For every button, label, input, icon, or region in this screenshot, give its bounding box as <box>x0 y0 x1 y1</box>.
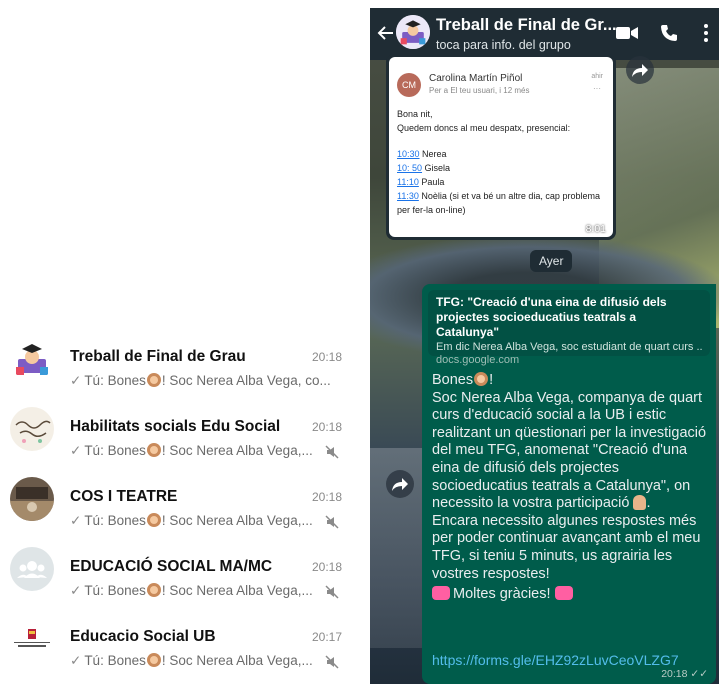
link-preview-title: TFG: "Creació d'una eina de difusió dels… <box>436 295 667 339</box>
pray-emoji-icon <box>633 495 647 511</box>
chat-preview: ✓ Tú: Bones! Soc Nerea Alba Vega,... <box>70 443 313 458</box>
forward-icon <box>392 478 408 491</box>
message-paragraph: Soc Nerea Alba Vega, companya de quart c… <box>432 389 707 512</box>
slot-line: 10: 50 Gisela <box>397 163 451 173</box>
check-icon: ✓ <box>70 373 82 388</box>
woman-emoji-icon <box>146 443 161 457</box>
more-icon: ··· <box>593 84 601 93</box>
group-avatar[interactable] <box>396 15 430 49</box>
slot-line: 10:30 Nerea <box>397 149 447 159</box>
message-text: Bones! Soc Nerea Alba Vega, companya de … <box>432 372 710 604</box>
check-icon: ✓ <box>70 443 82 458</box>
graduation-avatar-icon <box>10 337 54 381</box>
more-options-icon[interactable] <box>703 23 709 43</box>
chat-name: Treball de Final de Grau <box>70 348 246 365</box>
chat-item-habilitats-socials[interactable]: Habilitats socials Edu Social 20:18 ✓ Tú:… <box>0 400 350 470</box>
forward-button[interactable] <box>626 56 654 84</box>
chat-name: EDUCACIÓ SOCIAL MA/MC <box>70 558 273 575</box>
email-body: Bona nit, Quedem doncs al meu despatx, p… <box>397 107 607 217</box>
date-divider: Ayer <box>530 250 573 272</box>
chat-name: Educacio Social UB <box>70 628 216 645</box>
chat-item-educacio-social-ub[interactable]: Educacio Social UB 20:17 ✓ Tú: Bones! Soc… <box>0 610 350 680</box>
handwriting-avatar-icon <box>10 407 54 451</box>
double-check-icon: ✓✓ <box>690 668 708 680</box>
avatar <box>10 407 54 451</box>
muted-icon <box>325 585 339 599</box>
email-screenshot: CM Carolina Martín Piñol Per a El teu us… <box>389 57 613 237</box>
muted-icon <box>325 655 339 669</box>
woman-emoji-icon <box>146 373 161 387</box>
link-preview-description: Em dic Nerea Alba Vega, soc estudiant de… <box>436 341 702 353</box>
chat-item-educacio-social-ma-mc[interactable]: EDUCACIÓ SOCIAL MA/MC 20:18 ✓ Tú: Bones! … <box>0 540 350 610</box>
form-link[interactable]: https://forms.gle/EHZ92zLuvCeoVLZG7 <box>432 652 679 668</box>
avatar <box>10 337 54 381</box>
chat-preview: ✓ Tú: Bones! Soc Nerea Alba Vega, co... <box>70 373 331 388</box>
email-date: ahir <box>591 73 603 80</box>
graduation-avatar-icon <box>396 15 430 49</box>
forward-button[interactable] <box>386 470 414 498</box>
muted-icon <box>325 515 339 529</box>
slot-line: 11:10 Paula <box>397 177 445 187</box>
link-preview[interactable]: TFG: "Creació d'una eina de difusió dels… <box>428 290 710 366</box>
video-call-icon[interactable] <box>616 25 638 41</box>
avatar <box>10 477 54 521</box>
phone-icon[interactable] <box>659 23 679 43</box>
email-sender: Carolina Martín Piñol <box>429 73 523 84</box>
message-time: 20:18 ✓✓ <box>661 668 708 680</box>
chat-preview: ✓ Tú: Bones! Soc Nerea Alba Vega,... <box>70 583 313 598</box>
chat-preview: ✓ Tú: Bones! Soc Nerea Alba Vega,... <box>70 653 313 668</box>
chat-time: 20:18 <box>311 350 342 364</box>
check-icon: ✓ <box>70 513 82 528</box>
avatar <box>10 617 54 661</box>
thanks-line: Moltes gràcies! <box>432 586 710 604</box>
chat-name: COS I TEATRE <box>70 488 178 505</box>
forward-icon <box>632 64 648 77</box>
university-logo-icon <box>10 617 54 661</box>
chat-list: Treball de Final de Grau 20:18 ✓ Tú: Bone… <box>0 330 350 680</box>
woman-emoji-icon <box>146 513 161 527</box>
email-recipients: Per a El teu usuari, i 12 més <box>429 86 530 95</box>
group-title[interactable]: Treball de Final de Gr... <box>436 16 617 35</box>
chat-time: 20:17 <box>311 630 342 644</box>
chat-preview: ✓ Tú: Bones! Soc Nerea Alba Vega,... <box>70 513 313 528</box>
chat-item-cos-i-teatre[interactable]: COS I TEATRE 20:18 ✓ Tú: Bones! Soc Nerea… <box>0 470 350 540</box>
link-preview-domain: docs.google.com <box>436 354 520 366</box>
chat-name: Habilitats socials Edu Social <box>70 418 281 435</box>
avatar <box>10 547 54 591</box>
group-default-icon <box>10 547 54 591</box>
message-time: 8:01 <box>585 223 606 235</box>
check-icon: ✓ <box>70 653 82 668</box>
heart-emoji-icon <box>554 586 573 601</box>
outgoing-message[interactable]: TFG: "Creació d'una eina de difusió dels… <box>422 284 716 684</box>
check-icon: ✓ <box>70 583 82 598</box>
sender-avatar: CM <box>397 73 421 97</box>
chat-header[interactable]: Treball de Final de Gr... toca para info… <box>370 8 719 60</box>
woman-emoji-icon <box>146 653 161 667</box>
woman-emoji-icon <box>474 372 489 386</box>
chat-view: Treball de Final de Gr... toca para info… <box>370 8 719 684</box>
heart-emoji-icon <box>432 586 450 601</box>
greeting-line: Bones! <box>432 372 494 388</box>
chat-time: 20:18 <box>311 490 342 504</box>
chat-item-treball-final-grau[interactable]: Treball de Final de Grau 20:18 ✓ Tú: Bone… <box>0 330 350 400</box>
image-message[interactable]: CM Carolina Martín Piñol Per a El teu us… <box>386 54 616 240</box>
woman-emoji-icon <box>146 583 161 597</box>
message-paragraph: Encara necessito algunes respostes més p… <box>432 512 701 582</box>
chat-time: 20:18 <box>311 560 342 574</box>
chat-time: 20:18 <box>311 420 342 434</box>
theatre-photo-icon <box>10 477 54 521</box>
slot-line: 11:30 Noèlia (si et va bé un altre dia, … <box>397 191 600 215</box>
back-arrow-icon[interactable] <box>376 23 396 43</box>
muted-icon <box>325 445 339 459</box>
group-subtitle[interactable]: toca para info. del grupo <box>436 38 571 52</box>
